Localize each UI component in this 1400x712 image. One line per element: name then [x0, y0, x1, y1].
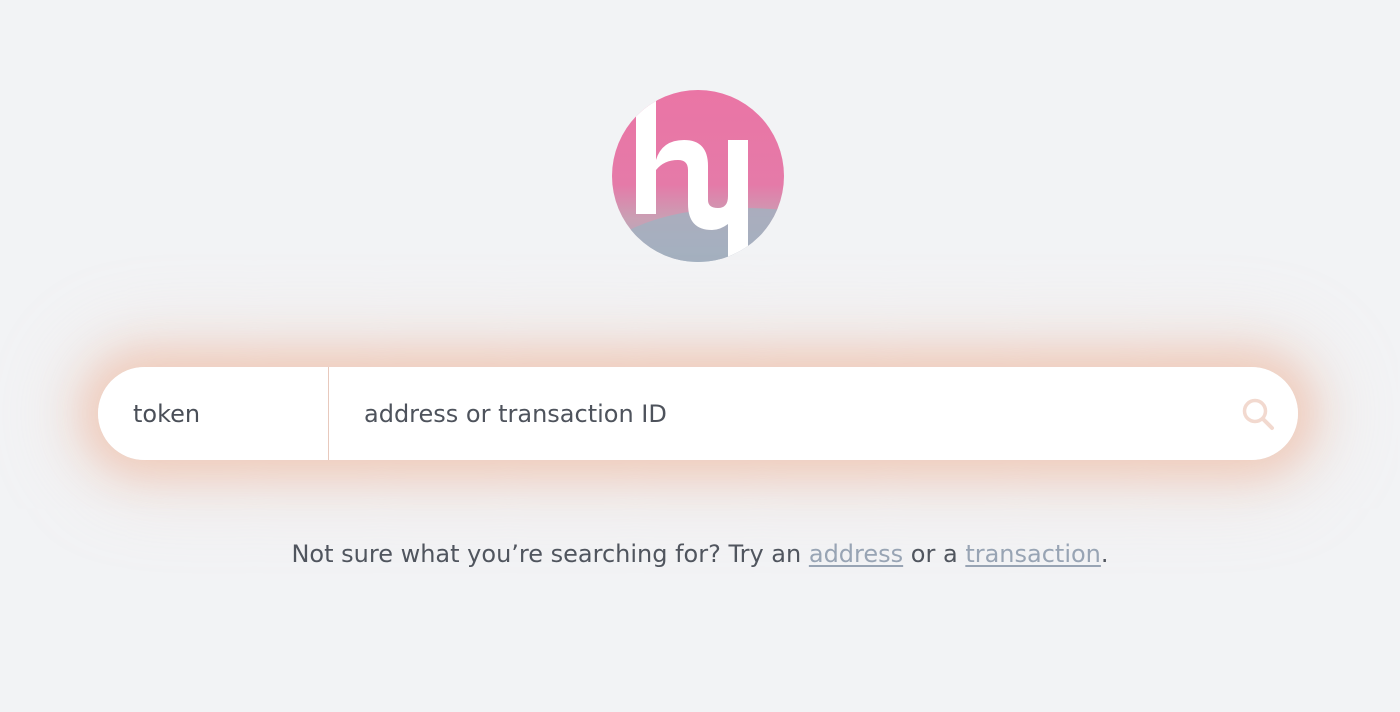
- search-button[interactable]: [1218, 367, 1298, 460]
- hint-prefix: Not sure what you’re searching for? Try …: [291, 540, 809, 568]
- page: token Not sure what you’re searching for…: [0, 0, 1400, 712]
- search-type-label: token: [133, 399, 201, 428]
- hint-middle: or a: [903, 540, 966, 568]
- search-bar: token: [98, 367, 1298, 460]
- transaction-link[interactable]: transaction: [965, 540, 1101, 568]
- hint-suffix: .: [1100, 540, 1109, 568]
- search-type-selector[interactable]: token: [98, 367, 329, 460]
- search-hint: Not sure what you’re searching for? Try …: [0, 540, 1400, 568]
- hy-logo-icon: [612, 90, 784, 262]
- search-input[interactable]: [329, 367, 1218, 460]
- address-link[interactable]: address: [809, 540, 903, 568]
- search-icon: [1242, 398, 1274, 430]
